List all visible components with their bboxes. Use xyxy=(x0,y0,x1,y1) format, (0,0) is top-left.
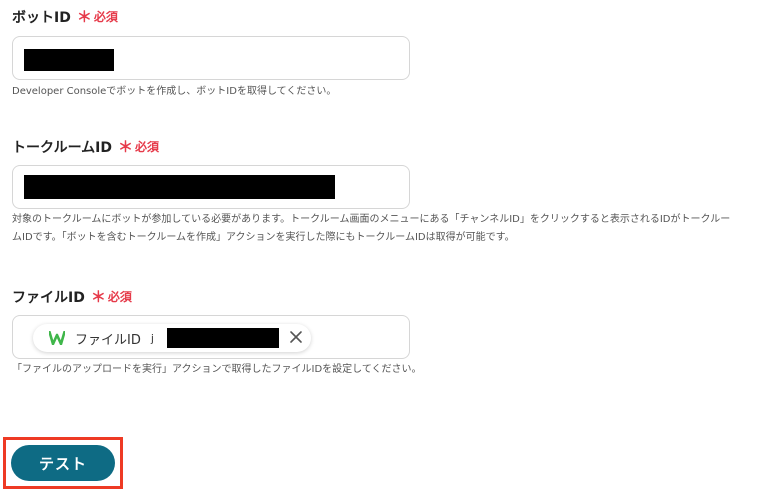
redacted-value xyxy=(24,175,335,199)
chip-label: ファイルID xyxy=(75,332,141,348)
required-star-icon: ＊ xyxy=(90,288,106,306)
required-text: 必須 xyxy=(107,290,132,304)
close-icon[interactable] xyxy=(289,330,303,344)
talkroom-id-label-row: トークルームID ＊ 必須 xyxy=(12,136,159,157)
bot-id-input[interactable] xyxy=(12,36,410,80)
talkroom-id-input[interactable] xyxy=(12,165,410,209)
talkroom-id-help: 対象のトークルームにボットが参加している必要があります。トークルーム画面のメニュ… xyxy=(12,211,730,247)
required-text: 必須 xyxy=(93,10,118,24)
bot-id-label: ボットID xyxy=(12,9,71,26)
bot-id-help: Developer Consoleでボットを作成し、ボットIDを取得してください… xyxy=(12,86,337,97)
talkroom-id-help-line1: 対象のトークルームにボットが参加している必要があります。トークルーム画面のメニュ… xyxy=(12,214,731,225)
required-text: 必須 xyxy=(135,140,160,154)
redacted-value xyxy=(167,328,279,348)
required-star-icon: ＊ xyxy=(76,8,92,26)
talkroom-id-help-line2: ムIDです。「ボットを含むトークルームを作成」アクションを実行した際にもトークル… xyxy=(12,232,515,243)
file-id-label: ファイルID xyxy=(12,289,85,306)
file-id-help: 「ファイルのアップロードを実行」アクションで取得したファイルIDを設定してくださ… xyxy=(12,364,422,375)
required-star-icon: ＊ xyxy=(118,138,134,156)
file-id-label-row: ファイルID ＊ 必須 xyxy=(12,286,132,307)
bot-id-label-row: ボットID ＊ 必須 xyxy=(12,6,118,27)
chip-value: j xyxy=(150,331,154,345)
line-works-logo-icon xyxy=(49,331,65,345)
form-page: ボットID ＊ 必須 Developer Consoleでボットを作成し、ボット… xyxy=(0,0,774,499)
file-id-input[interactable]: ファイルID j xyxy=(12,315,410,359)
redacted-value xyxy=(24,49,114,71)
file-id-variable-chip[interactable]: ファイルID j xyxy=(33,324,311,352)
test-button[interactable]: テスト xyxy=(11,445,115,481)
talkroom-id-label: トークルームID xyxy=(12,139,112,156)
